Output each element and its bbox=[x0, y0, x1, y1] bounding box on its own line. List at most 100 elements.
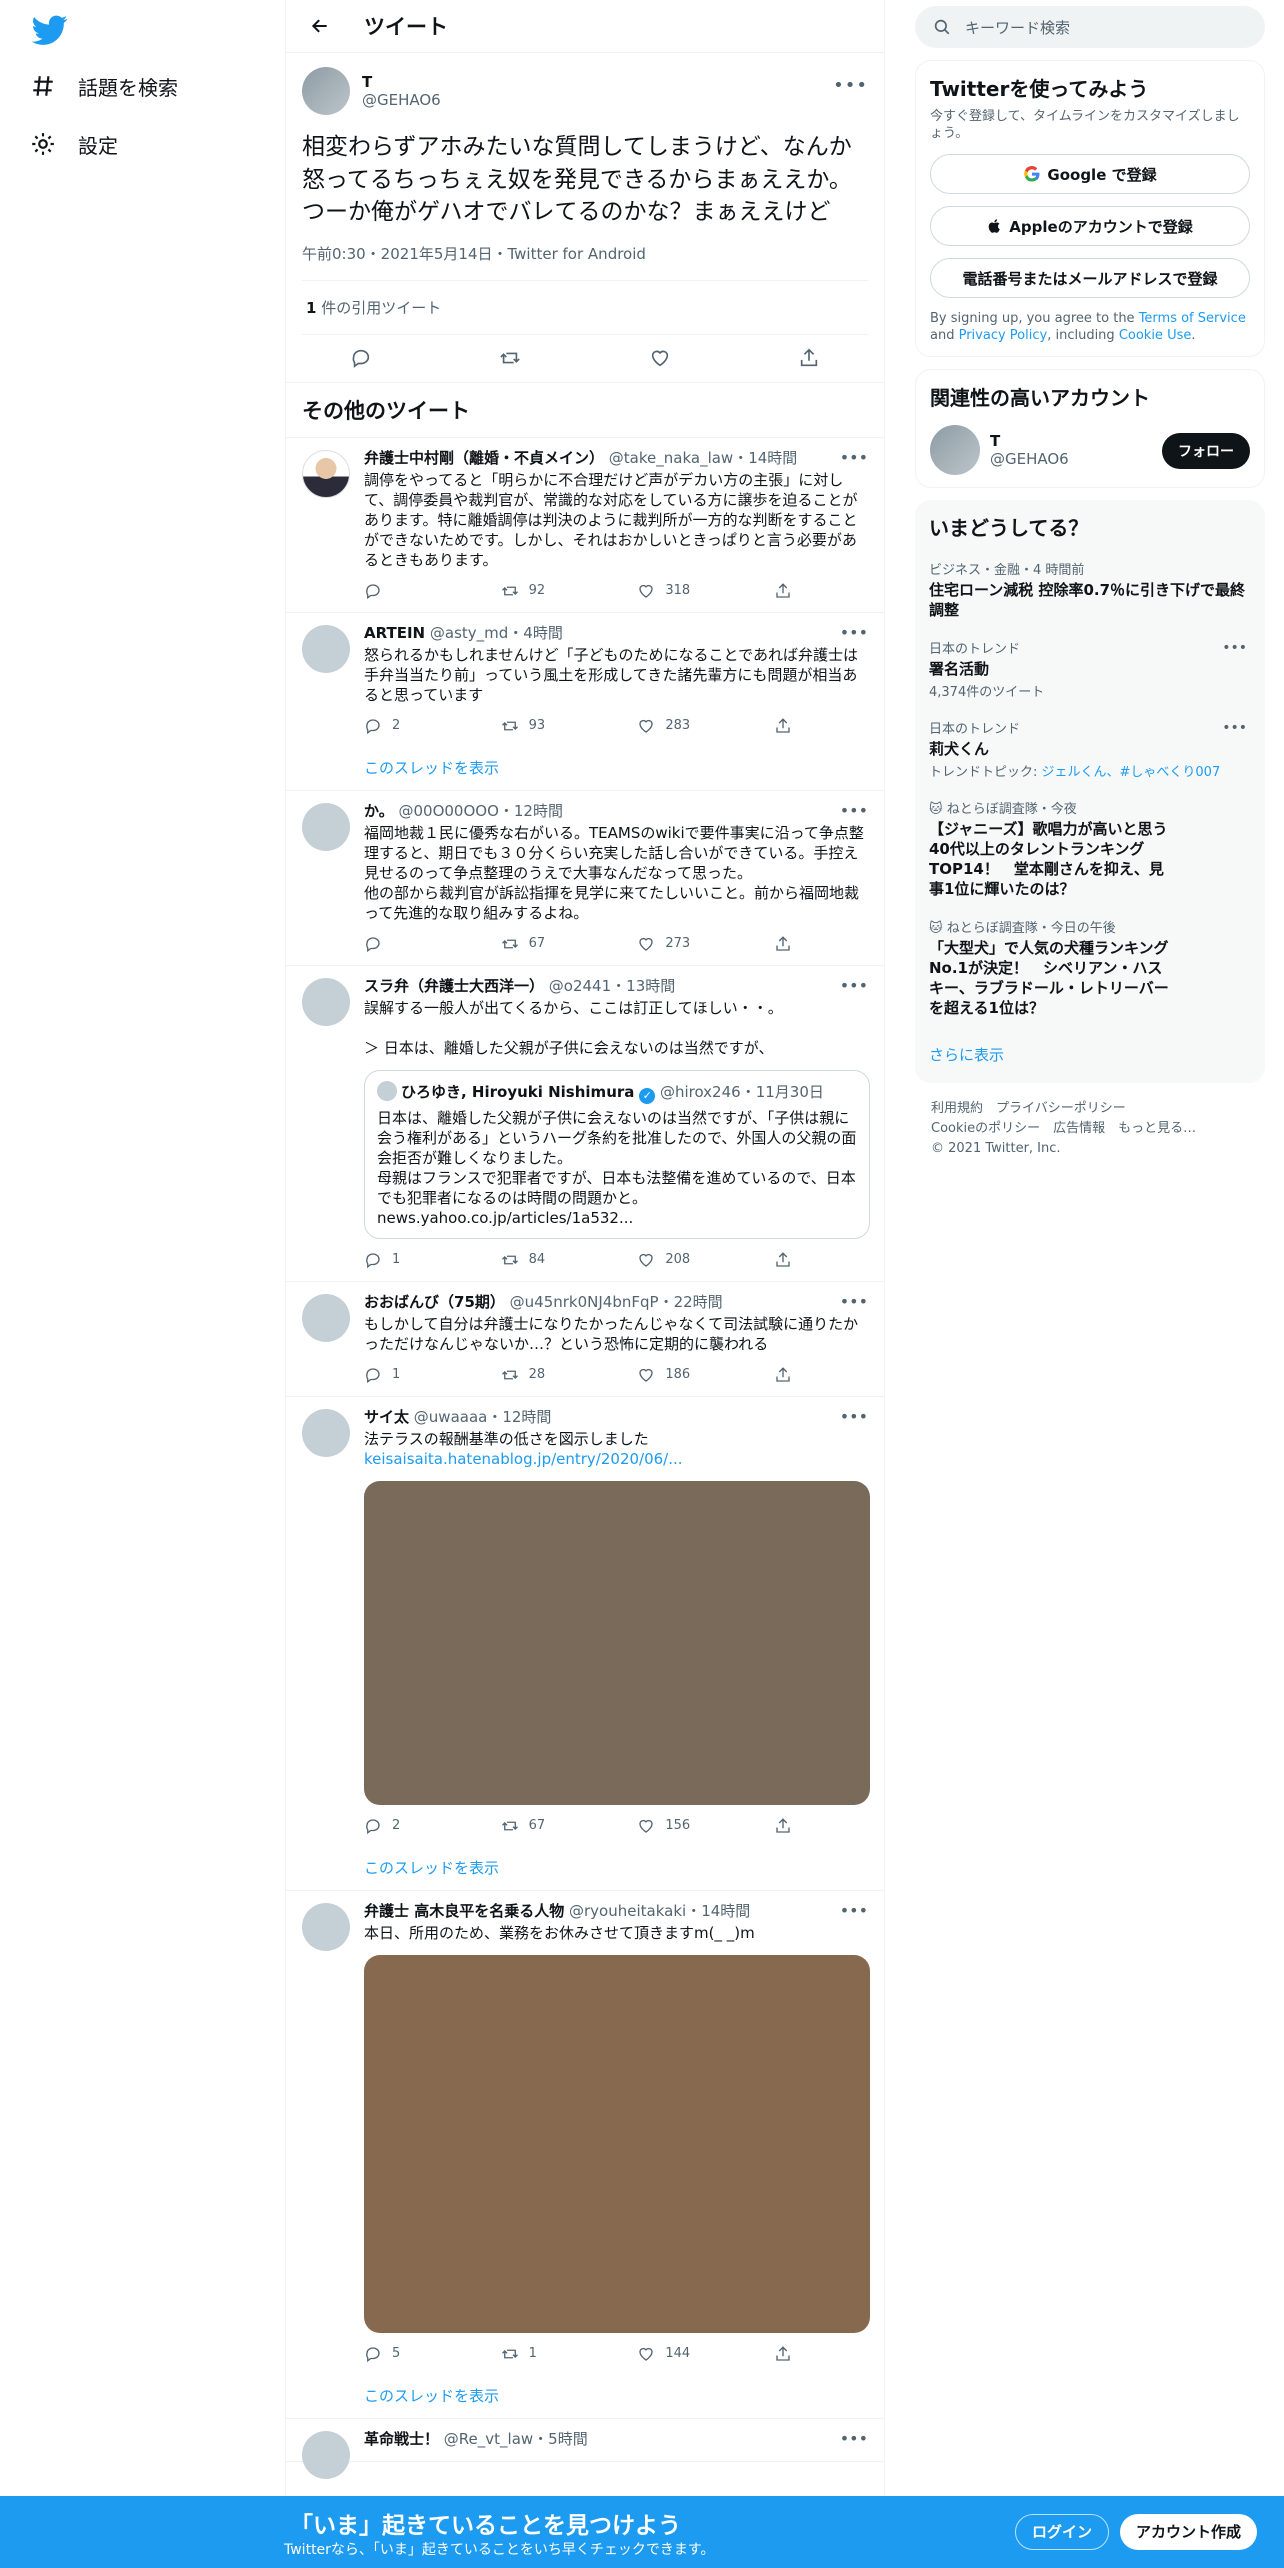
phone-email-signup-button[interactable]: 電話番号またはメールアドレスで登録 bbox=[930, 258, 1250, 298]
author-handle[interactable]: @ryouheitakaki bbox=[569, 1902, 686, 1920]
more-icon[interactable]: ••• bbox=[1222, 640, 1247, 656]
tweet-link[interactable]: keisaisaita.hatenablog.jp/entry/2020/06/… bbox=[364, 1449, 868, 1469]
retweet-button[interactable]: 84 bbox=[501, 1251, 581, 1269]
author-name[interactable]: T bbox=[362, 73, 441, 91]
avatar[interactable] bbox=[302, 1293, 350, 1342]
share-button[interactable] bbox=[774, 1817, 794, 1835]
show-thread-link[interactable]: このスレッドを表示 bbox=[364, 757, 868, 778]
author-handle[interactable]: @take_naka_law bbox=[609, 449, 733, 467]
more-icon[interactable]: ••• bbox=[840, 976, 868, 995]
retweet-button[interactable]: 67 bbox=[501, 1817, 581, 1835]
author-name[interactable]: サイ太 bbox=[364, 1408, 409, 1426]
show-thread-link[interactable]: このスレッドを表示 bbox=[364, 2385, 868, 2406]
tweet-time[interactable]: ・4時間 bbox=[508, 624, 563, 642]
footer-line[interactable]: 利用規約 プライバシーポリシー bbox=[931, 1099, 1265, 1119]
reply-button[interactable]: 1 bbox=[364, 1366, 444, 1384]
more-icon[interactable]: ••• bbox=[840, 1292, 868, 1311]
show-more-trends-link[interactable]: さらに表示 bbox=[929, 1044, 1251, 1065]
author-name[interactable]: スラ弁（弁護士大西洋一） bbox=[364, 977, 544, 995]
more-icon[interactable]: ••• bbox=[840, 448, 868, 467]
tweet-time[interactable]: ・14時間 bbox=[733, 449, 797, 467]
retweet-button[interactable]: 28 bbox=[501, 1366, 581, 1384]
share-button[interactable] bbox=[774, 2345, 794, 2363]
google-signup-button[interactable]: Google で登録 bbox=[930, 154, 1250, 194]
retweet-button[interactable]: 92 bbox=[501, 582, 581, 600]
tweet-time[interactable]: ・12時間 bbox=[487, 1408, 551, 1426]
avatar[interactable] bbox=[302, 67, 350, 115]
reply-button[interactable] bbox=[364, 582, 444, 600]
tweet-item[interactable]: 革命戦士！ @Re_vt_law・5時間 ••• bbox=[286, 2419, 884, 2479]
tweet-item[interactable]: ARTEIN @asty_md・4時間 ••• 怒られるかもしれませんけど「子ど… bbox=[286, 613, 884, 791]
more-icon[interactable]: ••• bbox=[840, 1901, 868, 1920]
author-name[interactable]: おおばんび（75期） bbox=[364, 1293, 505, 1311]
tweet-image[interactable] bbox=[364, 1954, 870, 2333]
share-button[interactable] bbox=[774, 1251, 794, 1269]
signup-button[interactable]: アカウント作成 bbox=[1120, 2514, 1258, 2550]
tweet-item[interactable]: サイ太 @uwaaaa・12時間 ••• 法テラスの報酬基準の低さを図示しました… bbox=[286, 1397, 884, 1891]
avatar[interactable] bbox=[930, 425, 980, 475]
author-handle[interactable]: @GEHAO6 bbox=[362, 91, 441, 109]
retweet-button[interactable]: 93 bbox=[501, 717, 581, 735]
author-handle[interactable]: @uwaaaa bbox=[414, 1408, 488, 1426]
reply-button[interactable]: 2 bbox=[364, 1817, 444, 1835]
tweet-item[interactable]: スラ弁（弁護士大西洋一） @o2441・13時間 ••• 誤解する一般人が出てく… bbox=[286, 966, 884, 1282]
quoted-tweet[interactable]: ひろゆき, Hiroyuki Nishimura ✓ @hirox246・11月… bbox=[364, 1069, 870, 1239]
account-item[interactable]: T @GEHAO6 フォロー bbox=[930, 425, 1250, 475]
like-icon[interactable] bbox=[649, 347, 671, 369]
cookie-link[interactable]: Cookie Use bbox=[1119, 328, 1192, 343]
like-button[interactable]: 156 bbox=[637, 1817, 717, 1835]
like-button[interactable]: 186 bbox=[637, 1366, 717, 1384]
avatar[interactable] bbox=[302, 802, 350, 851]
share-button[interactable] bbox=[774, 1366, 794, 1384]
author-name[interactable]: 弁護士中村剛（離婚・不貞メイン） bbox=[364, 449, 604, 467]
more-icon[interactable]: ••• bbox=[840, 1407, 868, 1426]
share-button[interactable] bbox=[774, 935, 794, 953]
tweet-meta[interactable]: 午前0:30・2021年5月14日・Twitter for Android bbox=[302, 243, 868, 281]
author-handle[interactable]: @Re_vt_law bbox=[444, 2430, 533, 2448]
trend-item[interactable]: ビジネス・金融・4 時間前 住宅ローン減税 控除率0.7％に引き下げで最終調整 bbox=[929, 559, 1251, 620]
quote-tweet-count[interactable]: 1 件の引用ツイート bbox=[302, 281, 868, 335]
apple-signup-button[interactable]: Appleのアカウントで登録 bbox=[930, 206, 1250, 246]
trend-topic-links[interactable]: ジェルくん、#しゃべくり007 bbox=[1042, 765, 1221, 780]
share-icon[interactable] bbox=[798, 347, 820, 369]
author-name[interactable]: か。 bbox=[364, 802, 394, 820]
nav-settings[interactable]: 設定 bbox=[30, 122, 118, 166]
tweet-item[interactable]: 弁護士 高木良平を名乗る人物 @ryouheitakaki・14時間 ••• 本… bbox=[286, 1891, 884, 2419]
back-button[interactable] bbox=[302, 8, 338, 44]
trend-item[interactable]: 日本のトレンド 署名活動 4,374件のツイート ••• bbox=[929, 638, 1251, 700]
avatar[interactable] bbox=[302, 2430, 350, 2479]
reply-button[interactable]: 1 bbox=[364, 1251, 444, 1269]
trend-item[interactable]: 🐱 ねとらぼ調査隊・今夜 【ジャニーズ】歌唱力が高いと思う40代以上のタレントラ… bbox=[929, 798, 1251, 899]
tweet-item[interactable]: か。 @00O00OOO・12時間 ••• 福岡地裁１民に優秀な右がいる。TEA… bbox=[286, 791, 884, 966]
avatar[interactable] bbox=[302, 977, 350, 1026]
reply-icon[interactable] bbox=[350, 347, 372, 369]
reply-button[interactable]: 2 bbox=[364, 717, 444, 735]
tweet-image[interactable] bbox=[364, 1480, 870, 1805]
share-button[interactable] bbox=[774, 717, 794, 735]
author-handle[interactable]: @u45nrk0NJ4bnFqP bbox=[510, 1293, 659, 1311]
more-icon[interactable]: ••• bbox=[1222, 720, 1247, 736]
share-button[interactable] bbox=[774, 582, 794, 600]
tweet-item[interactable]: 弁護士中村剛（離婚・不貞メイン） @take_naka_law・14時間 •••… bbox=[286, 438, 884, 613]
like-button[interactable]: 283 bbox=[637, 717, 717, 735]
avatar[interactable] bbox=[302, 624, 350, 673]
show-thread-link[interactable]: このスレッドを表示 bbox=[364, 1857, 868, 1878]
avatar[interactable] bbox=[302, 1408, 350, 1457]
footer-line[interactable]: Cookieのポリシー 広告情報 もっと見る… bbox=[931, 1119, 1265, 1139]
author-name[interactable]: 革命戦士！ bbox=[364, 2430, 439, 2448]
trend-item[interactable]: 日本のトレンド 莉犬くん トレンドトピック: ジェルくん、#しゃべくり007 •… bbox=[929, 718, 1251, 780]
nav-explore[interactable]: 話題を検索 bbox=[30, 64, 178, 108]
twitter-logo-icon[interactable] bbox=[30, 12, 70, 48]
tweet-time[interactable]: ・12時間 bbox=[499, 802, 563, 820]
retweet-button[interactable]: 67 bbox=[501, 935, 581, 953]
like-button[interactable]: 273 bbox=[637, 935, 717, 953]
tweet-item[interactable]: おおばんび（75期） @u45nrk0NJ4bnFqP・22時間 ••• もしか… bbox=[286, 1282, 884, 1397]
tweet-time[interactable]: ・14時間 bbox=[686, 1902, 750, 1920]
author-name[interactable]: 弁護士 高木良平を名乗る人物 bbox=[364, 1902, 564, 1920]
more-icon[interactable]: ••• bbox=[833, 75, 868, 96]
tweet-time[interactable]: ・22時間 bbox=[659, 1293, 723, 1311]
retweet-icon[interactable] bbox=[499, 347, 521, 369]
follow-button[interactable]: フォロー bbox=[1162, 433, 1250, 469]
trend-item[interactable]: 🐱 ねとらぼ調査隊・今日の午後 「大型犬」で人気の犬種ランキングNo.1が決定！… bbox=[929, 917, 1251, 1018]
author-handle[interactable]: @o2441 bbox=[549, 977, 611, 995]
